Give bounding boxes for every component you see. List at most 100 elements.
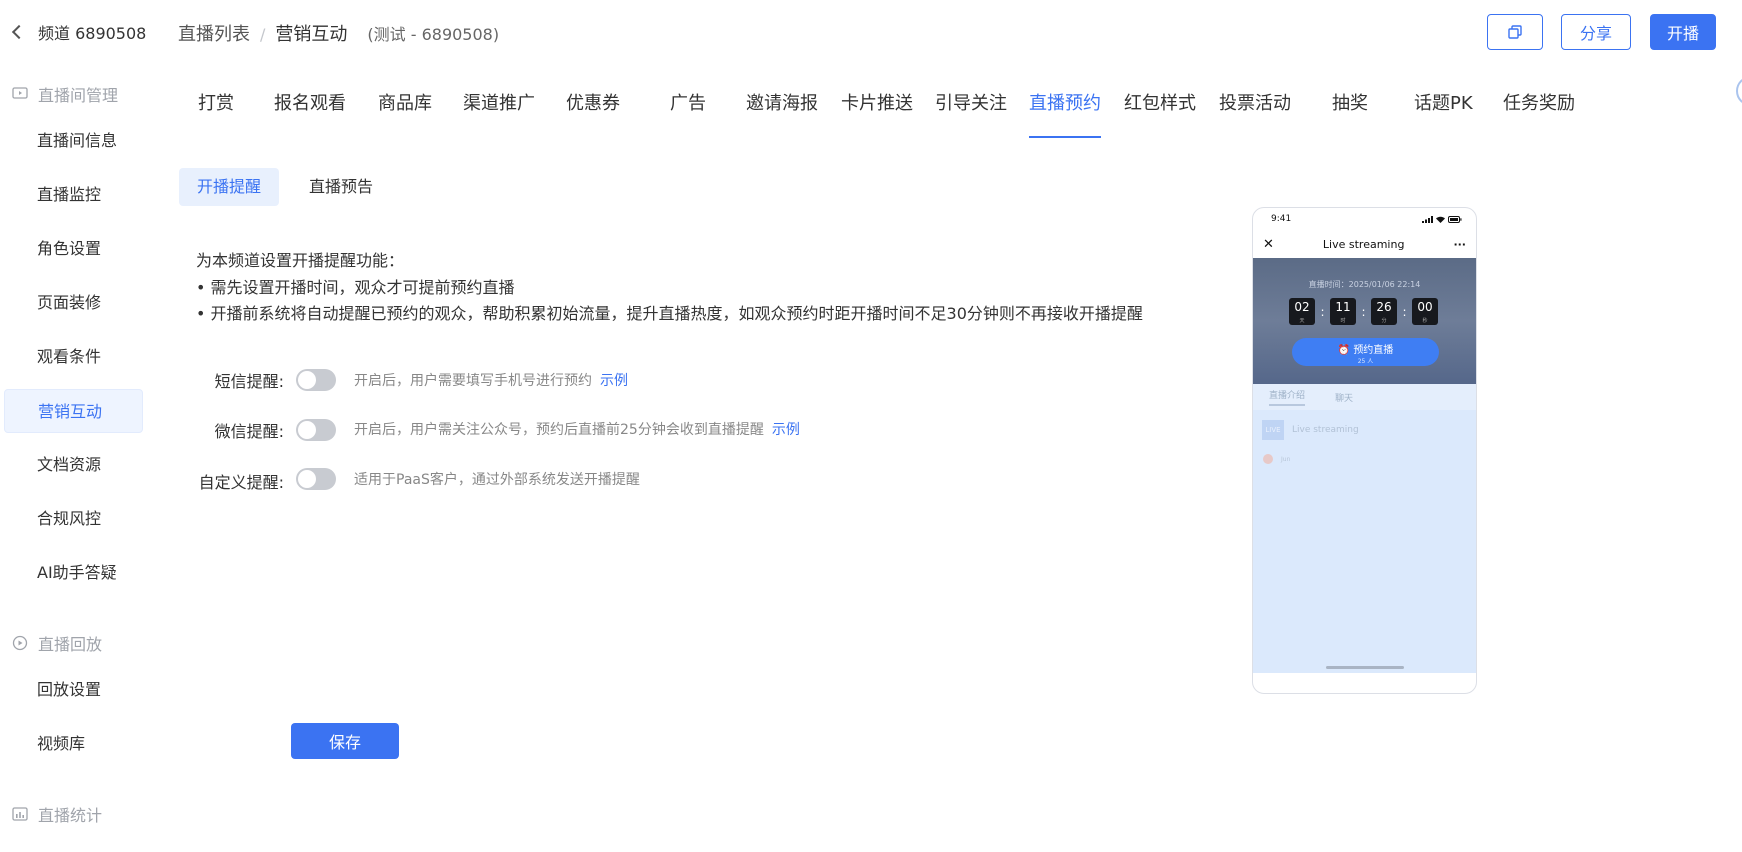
tab-voting[interactable]: 投票活动 — [1219, 86, 1291, 138]
more-icon: ··· — [1453, 237, 1466, 251]
battery-icon — [1448, 215, 1462, 223]
sidebar-item-monitor[interactable]: 直播监控 — [4, 173, 143, 217]
countdown-value: 11 — [1335, 300, 1351, 314]
countdown-colon: : — [1361, 304, 1366, 319]
description-line-2: • 开播前系统将自动提醒已预约的观众，帮助积累初始流量，提升直播热度，如观众预约… — [196, 304, 1143, 323]
group-live-manage: 直播间管理 — [12, 82, 118, 106]
tab-task-rewards[interactable]: 任务奖励 — [1503, 86, 1575, 138]
sidebar-item-documents[interactable]: 文档资源 — [4, 443, 143, 487]
countdown-colon: : — [1402, 304, 1407, 319]
description-line-1: • 需先设置开播时间，观众才可提前预约直播 — [196, 278, 515, 297]
sidebar-item-page-decor[interactable]: 页面装修 — [4, 281, 143, 325]
replay-icon — [12, 635, 28, 651]
sms-reminder-hint: 开启后，用户需要填写手机号进行预约 示例 — [354, 370, 628, 390]
sidebar-item-marketing[interactable]: 营销互动 — [4, 389, 143, 433]
tab-ads[interactable]: 广告 — [670, 86, 706, 138]
custom-reminder-toggle[interactable] — [296, 468, 336, 490]
sidebar-item-watch-conditions[interactable]: 观看条件 — [4, 335, 143, 379]
tab-product-library[interactable]: 商品库 — [378, 86, 432, 138]
status-icons — [1422, 215, 1462, 223]
phone-tab-chat: 聊天 — [1335, 393, 1354, 404]
toggle-knob — [298, 470, 316, 488]
breadcrumb: 直播列表 / 营销互动 (测试 - 6890508) — [178, 20, 499, 46]
sidebar-item-replay-settings[interactable]: 回放设置 — [4, 668, 143, 712]
tab-topic-pk[interactable]: 话题PK — [1414, 86, 1473, 138]
start-live-button[interactable]: 开播 — [1650, 14, 1716, 50]
group-title: 直播回放 — [38, 635, 103, 654]
sms-reminder-label: 短信提醒: — [214, 372, 284, 391]
sidebar-item-ai-assistant[interactable]: AI助手答疑 — [4, 551, 143, 595]
chat-user: Jun — [1281, 455, 1291, 463]
group-replay: 直播回放 — [12, 631, 102, 655]
back-to-channel[interactable]: 频道 6890508 — [8, 20, 146, 44]
toggle-knob — [298, 421, 316, 439]
tab-register-watch[interactable]: 报名观看 — [274, 86, 346, 138]
phone-preview: 9:41 ✕ Live streaming ··· 直播时间：2025/01/0… — [1252, 207, 1477, 694]
stats-icon — [12, 807, 28, 821]
countdown-value: 00 — [1417, 300, 1433, 314]
tab-tipping[interactable]: 打赏 — [198, 86, 234, 138]
floating-assistant-icon[interactable] — [1736, 76, 1742, 106]
wifi-icon — [1436, 216, 1445, 223]
phone-chat-message: Jun — [1263, 454, 1476, 464]
sidebar-item-compliance[interactable]: 合规风控 — [4, 497, 143, 541]
description-intro: 为本频道设置开播提醒功能： — [196, 251, 405, 270]
phone-tabs: 直播介绍 聊天 — [1253, 384, 1476, 410]
group-stats: 直播统计 — [12, 802, 102, 826]
subtab-live-preview[interactable]: 直播预告 — [291, 168, 391, 206]
tab-guide-follow[interactable]: 引导关注 — [935, 86, 1007, 138]
tab-red-packet-style[interactable]: 红包样式 — [1124, 86, 1196, 138]
live-title: Live streaming — [1292, 425, 1359, 435]
preview-reserve-button: ⏰ 预约直播 25 人 — [1292, 338, 1439, 366]
chevron-left-icon — [11, 24, 27, 40]
phone-body: 直播介绍 聊天 LIVE Live streaming Jun — [1253, 384, 1476, 673]
tab-live-reservation[interactable]: 直播预约 — [1029, 86, 1101, 138]
close-icon: ✕ — [1263, 236, 1274, 252]
phone-tab-intro: 直播介绍 — [1269, 388, 1306, 406]
avatar — [1263, 454, 1273, 464]
status-time: 9:41 — [1271, 214, 1292, 224]
alarm-icon: ⏰ — [1337, 345, 1354, 356]
countdown-unit: 时 — [1340, 318, 1346, 324]
phone-status-bar: 9:41 — [1253, 208, 1476, 230]
copy-button[interactable] — [1487, 14, 1543, 50]
live-time-label: 直播时间：2025/01/06 22:14 — [1308, 280, 1421, 289]
tab-coupons[interactable]: 优惠券 — [566, 86, 620, 138]
signal-icon — [1422, 215, 1433, 223]
sidebar-item-roles[interactable]: 角色设置 — [4, 227, 143, 271]
wechat-reminder-hint: 开启后，用户需关注公众号，预约后直播前25分钟会收到直播提醒 示例 — [354, 419, 800, 439]
tab-lottery[interactable]: 抽奖 — [1332, 86, 1368, 138]
phone-title: Live streaming — [1322, 237, 1405, 251]
toggle-knob — [298, 371, 316, 389]
tab-channel-promotion[interactable]: 渠道推广 — [463, 86, 535, 138]
custom-reminder-label: 自定义提醒: — [198, 473, 284, 492]
sms-example-link[interactable]: 示例 — [600, 373, 628, 389]
wechat-example-link[interactable]: 示例 — [772, 422, 800, 438]
breadcrumb-live-list[interactable]: 直播列表 — [178, 20, 250, 46]
sidebar: 频道 6890508 直播间管理 直播间信息 直播监控 角色设置 页面装修 观看… — [0, 0, 148, 852]
channel-subtitle: (测试 - 6890508) — [367, 25, 500, 44]
group-title: 直播统计 — [38, 806, 103, 825]
countdown-unit: 秒 — [1422, 318, 1428, 324]
live-tag: LIVE — [1262, 420, 1284, 440]
tab-invite-poster[interactable]: 邀请海报 — [746, 86, 818, 138]
countdown-unit: 天 — [1299, 318, 1305, 324]
wechat-reminder-label: 微信提醒: — [214, 422, 284, 441]
sidebar-item-room-info[interactable]: 直播间信息 — [4, 119, 143, 163]
hint-text: 开启后，用户需要填写手机号进行预约 — [354, 373, 592, 389]
save-button[interactable]: 保存 — [291, 723, 399, 759]
hint-text: 开启后，用户需关注公众号，预约后直播前25分钟会收到直播提醒 — [354, 422, 764, 438]
sms-reminder-toggle[interactable] — [296, 369, 336, 391]
countdown-hours: 11 时 — [1330, 298, 1356, 325]
tab-card-push[interactable]: 卡片推送 — [841, 86, 913, 138]
wechat-reminder-toggle[interactable] — [296, 419, 336, 441]
channel-name: 频道 6890508 — [38, 24, 147, 43]
sidebar-item-video-library[interactable]: 视频库 — [4, 722, 143, 766]
tv-icon — [12, 87, 28, 101]
countdown-days: 02 天 — [1289, 298, 1315, 325]
subtab-start-reminder[interactable]: 开播提醒 — [179, 168, 280, 206]
countdown-colon: : — [1320, 304, 1325, 319]
phone-nav-bar: ✕ Live streaming ··· — [1253, 230, 1476, 258]
countdown-minutes: 26 分 — [1371, 298, 1397, 325]
share-button[interactable]: 分享 — [1561, 14, 1631, 50]
